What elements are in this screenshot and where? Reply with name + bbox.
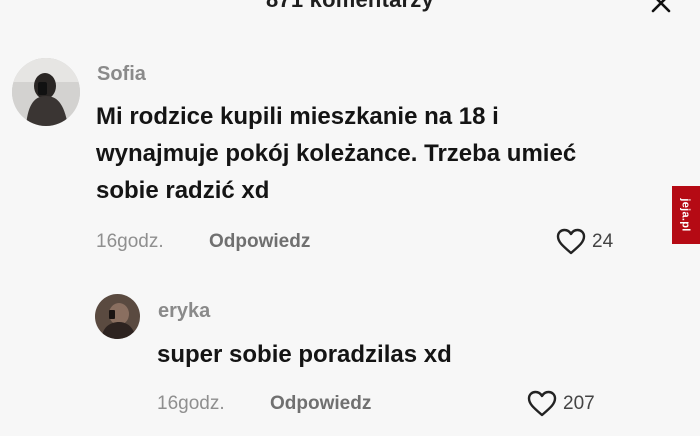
like-count: 207 [563, 392, 595, 414]
comment-text-line: Mi rodzice kupili mieszkanie na 18 i [96, 103, 499, 130]
avatar[interactable] [95, 294, 140, 339]
comment-timestamp: 16godz. [157, 393, 225, 414]
heart-icon [527, 390, 557, 417]
avatar[interactable] [12, 58, 80, 126]
watermark-text: jeja.pl [680, 198, 692, 232]
like-button[interactable]: 207 [527, 390, 595, 417]
jeja-watermark: jeja.pl [672, 186, 700, 244]
comment-text-line: wynajmuje pokój koleżance. Trzeba umieć [96, 140, 577, 167]
close-button[interactable] [650, 0, 672, 14]
comment-text: super sobie poradzilas xd [157, 341, 452, 368]
heart-icon [556, 228, 586, 255]
close-icon [651, 0, 671, 13]
comments-count-title: 871 komentarzy [0, 0, 700, 13]
like-count: 24 [592, 230, 614, 252]
reply-button[interactable]: Odpowiedz [209, 231, 310, 253]
comment-text-line: sobie radzić xd [96, 177, 270, 204]
comment-timestamp: 16godz. [96, 231, 164, 252]
comment-username[interactable]: eryka [158, 300, 210, 323]
like-button[interactable]: 24 [556, 228, 613, 255]
comment-username[interactable]: Sofia [97, 63, 146, 86]
reply-button[interactable]: Odpowiedz [270, 393, 371, 415]
